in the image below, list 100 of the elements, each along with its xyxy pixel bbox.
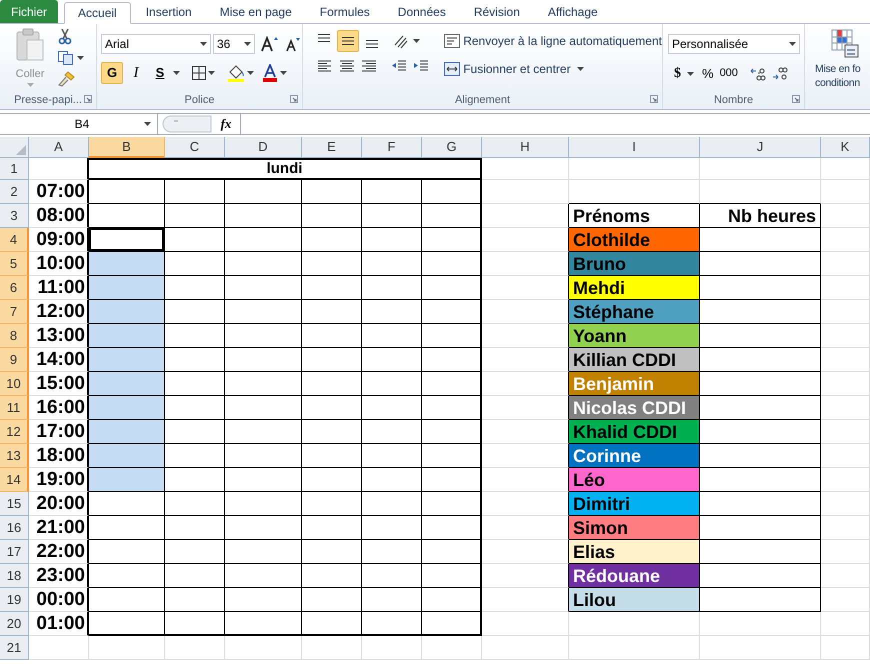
- table-cell[interactable]: [89, 252, 165, 276]
- name-cell[interactable]: Clothilde: [569, 228, 700, 252]
- fill-color-icon[interactable]: [227, 64, 245, 82]
- table-cell[interactable]: [700, 252, 821, 276]
- column-header[interactable]: D: [225, 137, 302, 158]
- column-header[interactable]: K: [821, 137, 870, 158]
- ribbon-tab[interactable]: Affichage: [534, 1, 611, 23]
- table-cell[interactable]: [700, 516, 821, 540]
- table-cell[interactable]: [225, 396, 302, 420]
- table-cell[interactable]: [362, 516, 422, 540]
- row-header[interactable]: 1: [0, 158, 29, 180]
- scissors-icon[interactable]: [58, 29, 72, 45]
- table-cell[interactable]: [700, 300, 821, 324]
- table-cell[interactable]: [89, 540, 165, 564]
- table-cell[interactable]: [225, 492, 302, 516]
- table-cell[interactable]: [302, 348, 362, 372]
- italic-button[interactable]: I: [125, 62, 147, 84]
- table-cell[interactable]: [225, 420, 302, 444]
- table-cell[interactable]: [89, 324, 165, 348]
- table-cell[interactable]: [89, 420, 165, 444]
- table-cell[interactable]: [422, 444, 482, 468]
- table-cell[interactable]: [225, 324, 302, 348]
- table-cell[interactable]: [482, 204, 569, 228]
- table-cell[interactable]: [700, 276, 821, 300]
- table-cell[interactable]: [302, 612, 362, 636]
- align-left-icon[interactable]: [317, 58, 333, 74]
- conditional-formatting-button[interactable]: Mise en fo conditionn: [815, 62, 860, 90]
- table-cell[interactable]: [165, 348, 225, 372]
- column-header[interactable]: H: [482, 137, 569, 158]
- align-center-icon[interactable]: [339, 58, 355, 74]
- ribbon-tab[interactable]: Révision: [460, 1, 533, 23]
- table-cell[interactable]: [700, 444, 821, 468]
- row-header[interactable]: 5: [0, 252, 29, 276]
- table-cell[interactable]: [302, 228, 362, 252]
- table-cell[interactable]: [422, 276, 482, 300]
- table-cell[interactable]: [165, 372, 225, 396]
- table-cell[interactable]: [89, 516, 165, 540]
- table-cell[interactable]: [362, 204, 422, 228]
- table-cell[interactable]: [165, 324, 225, 348]
- name-cell[interactable]: Léo: [569, 468, 700, 492]
- percent-button[interactable]: %: [702, 64, 714, 84]
- copy-icon[interactable]: [58, 51, 74, 65]
- table-cell[interactable]: [422, 420, 482, 444]
- row-header[interactable]: 3: [0, 204, 29, 228]
- insert-function-button[interactable]: fx: [212, 114, 240, 134]
- table-cell[interactable]: [362, 540, 422, 564]
- column-header[interactable]: A: [29, 137, 89, 158]
- table-cell[interactable]: [302, 180, 362, 204]
- table-cell[interactable]: [422, 324, 482, 348]
- column-header[interactable]: F: [362, 137, 422, 158]
- row-header[interactable]: 18: [0, 564, 29, 588]
- table-cell[interactable]: [165, 396, 225, 420]
- table-cell[interactable]: [700, 228, 821, 252]
- table-cell[interactable]: [422, 372, 482, 396]
- table-cell[interactable]: [89, 180, 165, 204]
- table-cell[interactable]: [165, 276, 225, 300]
- row-header[interactable]: 9: [0, 348, 29, 372]
- table-cell[interactable]: [89, 300, 165, 324]
- table-cell[interactable]: [362, 468, 422, 492]
- table-cell[interactable]: [302, 252, 362, 276]
- name-cell[interactable]: Corinne: [569, 444, 700, 468]
- font-size-field[interactable]: 36: [213, 34, 255, 54]
- table-cell[interactable]: [225, 348, 302, 372]
- name-box[interactable]: B4: [0, 114, 158, 134]
- table-cell[interactable]: [225, 444, 302, 468]
- table-cell[interactable]: [700, 420, 821, 444]
- table-cell[interactable]: [165, 228, 225, 252]
- table-cell[interactable]: [165, 492, 225, 516]
- table-cell[interactable]: [422, 228, 482, 252]
- table-cell[interactable]: [302, 516, 362, 540]
- table-cell[interactable]: [165, 564, 225, 588]
- table-cell[interactable]: [165, 204, 225, 228]
- table-cell[interactable]: [362, 228, 422, 252]
- table-cell[interactable]: [165, 612, 225, 636]
- table-cell[interactable]: [362, 444, 422, 468]
- shrink-font-icon[interactable]: [285, 36, 301, 52]
- table-cell[interactable]: [89, 372, 165, 396]
- row-header[interactable]: 2: [0, 180, 29, 204]
- table-cell[interactable]: [422, 540, 482, 564]
- table-cell[interactable]: [302, 444, 362, 468]
- table-cell[interactable]: [422, 180, 482, 204]
- table-cell[interactable]: [422, 252, 482, 276]
- table-cell[interactable]: [302, 540, 362, 564]
- table-cell[interactable]: [422, 564, 482, 588]
- row-header[interactable]: 7: [0, 300, 29, 324]
- table-cell[interactable]: [700, 348, 821, 372]
- table-cell[interactable]: [362, 372, 422, 396]
- align-right-icon[interactable]: [361, 58, 377, 74]
- conditional-formatting-icon[interactable]: [831, 29, 859, 59]
- table-cell[interactable]: [302, 276, 362, 300]
- table-cell[interactable]: [302, 204, 362, 228]
- heading-cell[interactable]: Nb heures: [700, 204, 821, 228]
- table-cell[interactable]: [302, 396, 362, 420]
- table-cell[interactable]: [89, 396, 165, 420]
- table-cell[interactable]: [362, 420, 422, 444]
- ribbon-tab[interactable]: Insertion: [132, 1, 205, 23]
- currency-button[interactable]: $: [674, 63, 681, 84]
- table-cell[interactable]: [225, 252, 302, 276]
- name-cell[interactable]: Mehdi: [569, 276, 700, 300]
- row-header[interactable]: 6: [0, 276, 29, 300]
